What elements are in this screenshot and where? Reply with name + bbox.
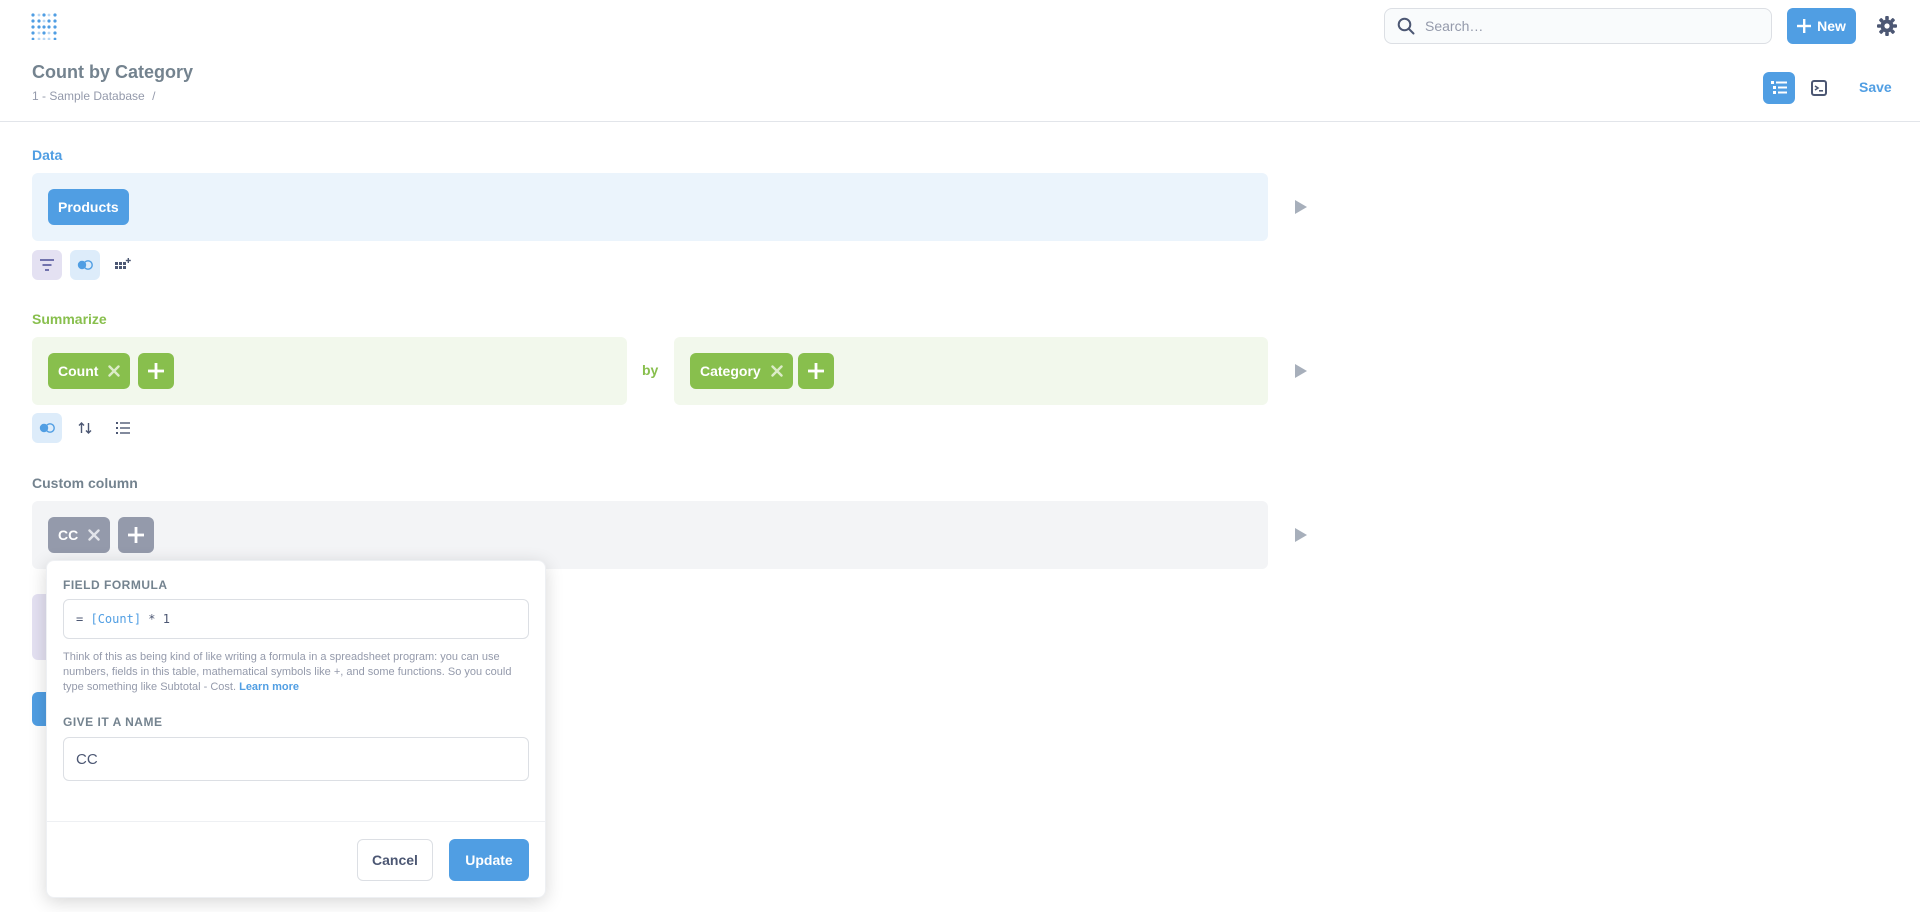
custom-column-section-label: Custom column (32, 475, 138, 491)
formula-field-ref: [Count] (90, 612, 142, 626)
table-pill-products[interactable]: Products (48, 189, 129, 225)
close-icon[interactable] (108, 365, 121, 377)
cancel-button[interactable]: Cancel (357, 839, 433, 881)
formula-rest: * 1 (148, 612, 170, 626)
notebook-view-button[interactable] (1763, 72, 1795, 104)
plus-icon (1797, 19, 1812, 33)
add-custom-column-button[interactable] (118, 517, 154, 553)
popover-divider (47, 821, 545, 822)
metric-pill-label: Count (58, 363, 99, 379)
breadcrumb-database[interactable]: 1 - Sample Database (32, 89, 145, 103)
sort-icon (78, 422, 92, 434)
new-button[interactable]: New (1787, 8, 1856, 44)
join-icon (77, 260, 93, 270)
custom-column-icon (115, 258, 131, 269)
name-label: GIVE IT A NAME (63, 715, 163, 729)
update-button[interactable]: Update (449, 839, 529, 881)
join-icon (39, 423, 55, 433)
close-icon[interactable] (770, 365, 783, 377)
custom-column-step-button[interactable] (108, 250, 138, 280)
metabase-logo-icon[interactable] (30, 12, 58, 40)
custom-column-pill-cc[interactable]: CC (48, 517, 111, 553)
play-icon[interactable] (1295, 364, 1307, 378)
page-title[interactable]: Count by Category (32, 62, 193, 83)
question-header: Count by Category 1 - Sample Database / … (0, 52, 1920, 122)
close-icon[interactable] (88, 529, 100, 541)
search-input[interactable] (1425, 18, 1745, 34)
learn-more-link[interactable]: Learn more (239, 681, 299, 693)
top-navbar: New (0, 0, 1920, 52)
data-section-label: Data (32, 147, 63, 163)
add-breakout-button[interactable] (798, 353, 834, 389)
plus-icon (148, 363, 164, 379)
column-name-input[interactable]: CC (63, 737, 529, 781)
custom-column-panel (32, 501, 1268, 569)
limit-step-button[interactable] (108, 413, 138, 443)
breadcrumb: 1 - Sample Database / (32, 89, 155, 103)
notebook-icon (1771, 81, 1787, 94)
gear-icon[interactable] (1876, 15, 1898, 37)
formula-help-text: Think of this as being kind of like writ… (63, 650, 533, 695)
play-icon[interactable] (1295, 200, 1307, 214)
plus-icon (128, 527, 144, 543)
breakout-pill-label: Category (700, 363, 761, 379)
visualization-icon (1811, 80, 1827, 96)
field-formula-label: FIELD FORMULA (63, 578, 168, 592)
table-pill-label: Products (58, 199, 119, 215)
join-step-button-2[interactable] (32, 413, 62, 443)
metric-pill-count[interactable]: Count (48, 353, 131, 389)
breakout-pill-category[interactable]: Category (690, 353, 793, 389)
save-button[interactable]: Save (1859, 79, 1892, 95)
custom-column-pill-label: CC (58, 527, 79, 543)
data-step-panel (32, 173, 1268, 241)
plus-icon (808, 363, 824, 379)
add-metric-button[interactable] (138, 353, 174, 389)
search-bar[interactable] (1384, 8, 1772, 44)
sort-step-button[interactable] (70, 413, 100, 443)
summarize-section-label: Summarize (32, 311, 107, 327)
breadcrumb-separator: / (152, 89, 156, 103)
join-step-button[interactable] (70, 250, 100, 280)
filter-step-button[interactable] (32, 250, 62, 280)
visualization-view-button[interactable] (1803, 72, 1835, 104)
search-icon (1397, 17, 1415, 35)
new-button-label: New (1817, 18, 1846, 34)
custom-column-popover: FIELD FORMULA = [Count] * 1 Think of thi… (46, 560, 546, 898)
list-icon (116, 422, 130, 434)
by-label: by (642, 362, 659, 378)
formula-prefix: = (76, 612, 84, 626)
play-icon[interactable] (1295, 528, 1307, 542)
filter-icon (40, 259, 54, 271)
formula-editor[interactable]: = [Count] * 1 (63, 599, 529, 639)
